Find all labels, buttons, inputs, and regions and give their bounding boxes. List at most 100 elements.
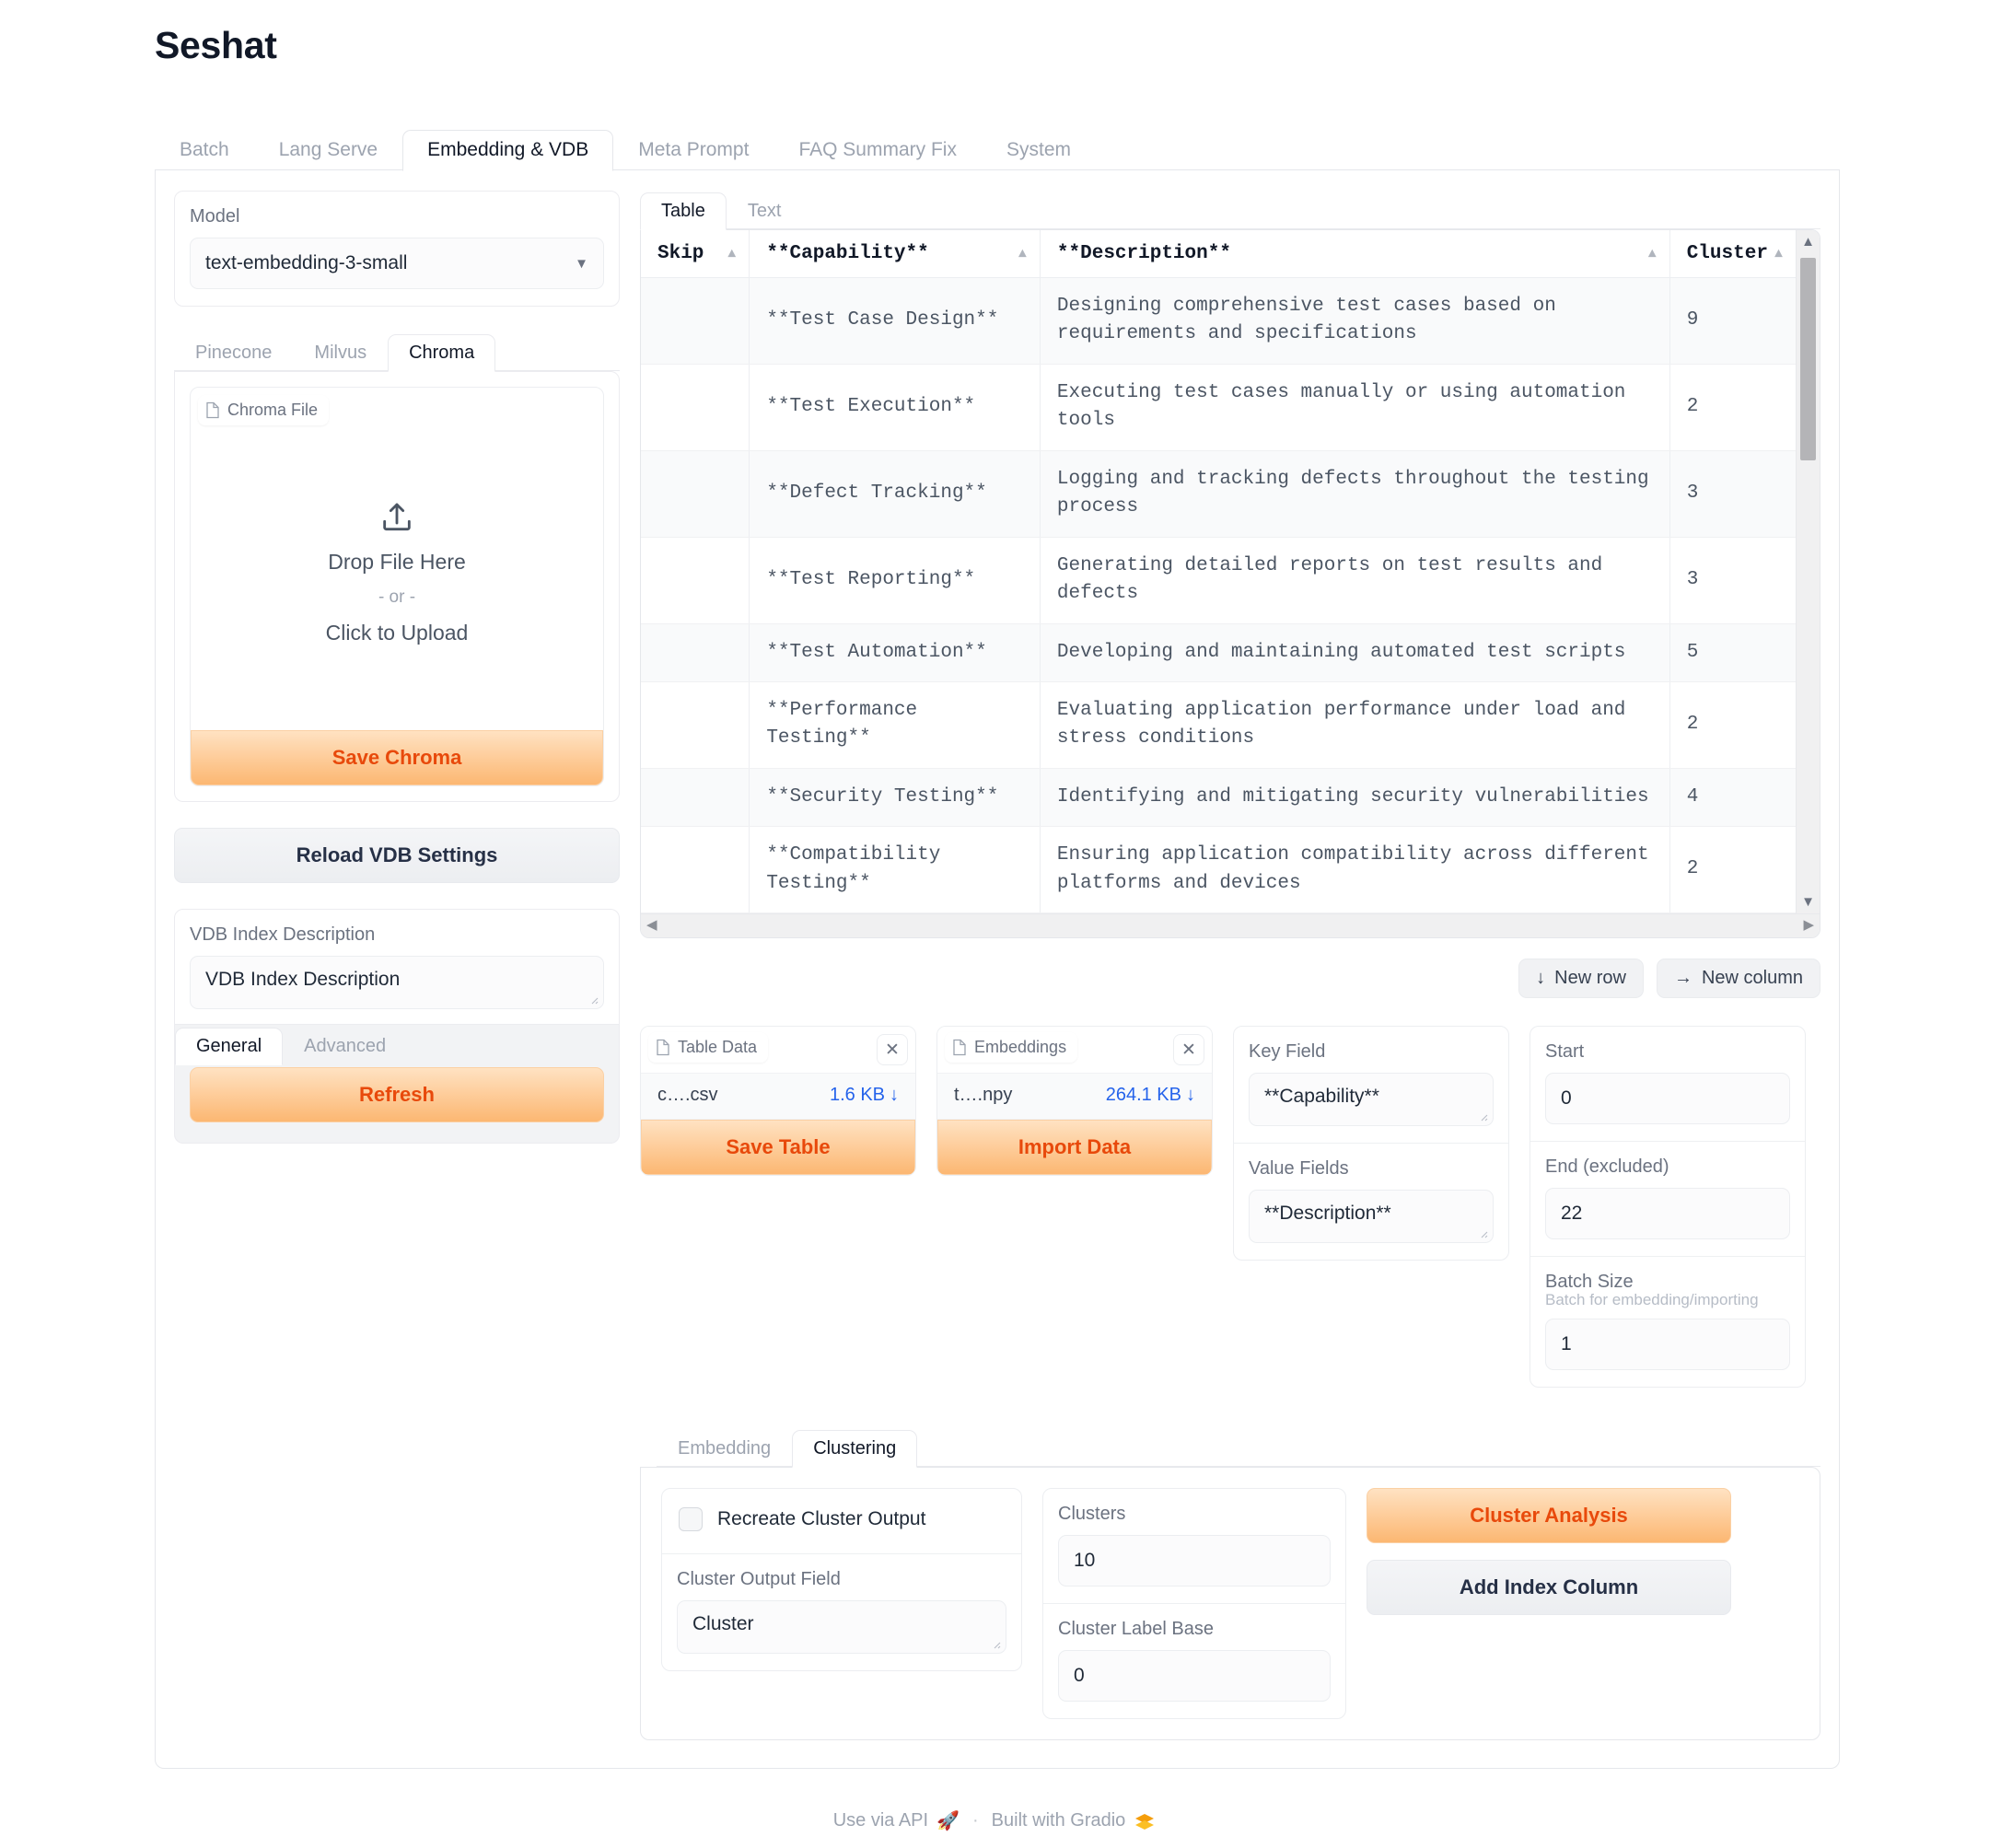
cell-skip[interactable] bbox=[641, 364, 750, 450]
cell-capability[interactable]: **Security Testing** bbox=[750, 768, 1041, 826]
close-icon[interactable]: ✕ bbox=[1173, 1034, 1204, 1065]
cell-capability[interactable]: **Defect Tracking** bbox=[750, 450, 1041, 537]
cell-cluster[interactable]: 2 bbox=[1669, 364, 1796, 450]
table-row[interactable]: **Test Case Design** Designing comprehen… bbox=[641, 278, 1796, 365]
table-row[interactable]: **Security Testing** Identifying and mit… bbox=[641, 768, 1796, 826]
column-header-skip[interactable]: Skip ▲ bbox=[641, 230, 750, 278]
vdb-index-input[interactable]: VDB Index Description bbox=[190, 956, 604, 1009]
cell-capability[interactable]: **Test Case Design** bbox=[750, 278, 1041, 365]
table-row[interactable]: **Test Execution** Executing test cases … bbox=[641, 364, 1796, 450]
chroma-dropzone[interactable]: Drop File Here - or - Click to Upload bbox=[191, 388, 603, 730]
embeddings-download[interactable]: 264.1 KB ↓ bbox=[1106, 1085, 1195, 1106]
resize-grip-icon[interactable] bbox=[587, 993, 599, 1005]
tab-faq-summary-fix[interactable]: FAQ Summary Fix bbox=[774, 130, 982, 171]
cell-skip[interactable] bbox=[641, 278, 750, 365]
column-header-description[interactable]: **Description** ▲ bbox=[1040, 230, 1669, 278]
table-row[interactable]: **Test Reporting** Generating detailed r… bbox=[641, 537, 1796, 623]
save-chroma-button[interactable]: Save Chroma bbox=[191, 730, 603, 785]
subtab-pinecone[interactable]: Pinecone bbox=[174, 334, 293, 372]
import-data-button[interactable]: Import Data bbox=[937, 1120, 1212, 1175]
cluster-output-field-input[interactable]: Cluster bbox=[677, 1600, 1006, 1654]
resize-grip-icon[interactable] bbox=[989, 1637, 1001, 1649]
table-row[interactable]: **Compatibility Testing** Ensuring appli… bbox=[641, 827, 1796, 913]
subtab-table[interactable]: Table bbox=[640, 192, 727, 230]
reload-vdb-settings-button[interactable]: Reload VDB Settings bbox=[174, 828, 620, 883]
refresh-button[interactable]: Refresh bbox=[190, 1067, 604, 1122]
resize-grip-icon[interactable] bbox=[1476, 1226, 1488, 1238]
table-row[interactable]: **Test Automation** Developing and maint… bbox=[641, 623, 1796, 681]
cell-capability[interactable]: **Compatibility Testing** bbox=[750, 827, 1041, 913]
cell-cluster[interactable]: 5 bbox=[1669, 623, 1796, 681]
subtab-text[interactable]: Text bbox=[727, 192, 803, 230]
tab-system[interactable]: System bbox=[982, 130, 1096, 171]
cell-skip[interactable] bbox=[641, 827, 750, 913]
cluster-analysis-button[interactable]: Cluster Analysis bbox=[1367, 1488, 1731, 1543]
table-row[interactable]: **Defect Tracking** Logging and tracking… bbox=[641, 450, 1796, 537]
cell-description[interactable]: Identifying and mitigating security vuln… bbox=[1040, 768, 1669, 826]
cell-cluster[interactable]: 3 bbox=[1669, 537, 1796, 623]
batch-size-input[interactable]: 1 bbox=[1545, 1319, 1790, 1370]
table-row[interactable]: **Performance Testing** Evaluating appli… bbox=[641, 681, 1796, 768]
download-icon[interactable]: ↓ bbox=[890, 1085, 899, 1106]
cell-capability[interactable]: **Test Reporting** bbox=[750, 537, 1041, 623]
cell-skip[interactable] bbox=[641, 537, 750, 623]
cell-capability[interactable]: **Performance Testing** bbox=[750, 681, 1041, 768]
table-horizontal-scrollbar[interactable]: ◀ ▶ bbox=[641, 913, 1820, 937]
scroll-up-icon[interactable]: ▲ bbox=[1797, 234, 1820, 250]
tab-batch[interactable]: Batch bbox=[155, 130, 254, 171]
key-field-input[interactable]: **Capability** bbox=[1249, 1073, 1494, 1126]
subtab-clustering[interactable]: Clustering bbox=[792, 1430, 917, 1468]
sort-asc-icon[interactable]: ▲ bbox=[727, 246, 736, 262]
add-index-column-button[interactable]: Add Index Column bbox=[1367, 1560, 1731, 1615]
start-input[interactable]: 0 bbox=[1545, 1073, 1790, 1124]
save-table-button[interactable]: Save Table bbox=[641, 1120, 915, 1175]
cell-cluster[interactable]: 3 bbox=[1669, 450, 1796, 537]
cell-skip[interactable] bbox=[641, 623, 750, 681]
model-select[interactable]: text-embedding-3-small ▼ bbox=[190, 238, 604, 289]
cell-capability[interactable]: **Test Automation** bbox=[750, 623, 1041, 681]
scroll-right-icon[interactable]: ▶ bbox=[1803, 916, 1814, 933]
cell-cluster[interactable]: 2 bbox=[1669, 827, 1796, 913]
tab-lang-serve[interactable]: Lang Serve bbox=[254, 130, 402, 171]
cluster-label-base-input[interactable]: 0 bbox=[1058, 1650, 1331, 1702]
table-data-download[interactable]: 1.6 KB ↓ bbox=[830, 1085, 899, 1106]
subtab-chroma[interactable]: Chroma bbox=[388, 334, 495, 372]
value-fields-input[interactable]: **Description** bbox=[1249, 1190, 1494, 1243]
cell-cluster[interactable]: 4 bbox=[1669, 768, 1796, 826]
cell-skip[interactable] bbox=[641, 450, 750, 537]
new-row-button[interactable]: ↓ New row bbox=[1518, 959, 1644, 998]
cell-description[interactable]: Developing and maintaining automated tes… bbox=[1040, 623, 1669, 681]
sort-asc-icon[interactable]: ▲ bbox=[1018, 246, 1027, 262]
subtab-advanced[interactable]: Advanced bbox=[283, 1028, 407, 1065]
cell-description[interactable]: Generating detailed reports on test resu… bbox=[1040, 537, 1669, 623]
download-icon[interactable]: ↓ bbox=[1186, 1085, 1195, 1106]
cell-cluster[interactable]: 9 bbox=[1669, 278, 1796, 365]
subtab-milvus[interactable]: Milvus bbox=[293, 334, 388, 372]
table-vertical-scrollbar[interactable]: ▲ ▼ bbox=[1796, 230, 1820, 913]
recreate-cluster-output-row[interactable]: Recreate Cluster Output bbox=[677, 1504, 1006, 1544]
tab-meta-prompt[interactable]: Meta Prompt bbox=[613, 130, 774, 171]
subtab-embedding[interactable]: Embedding bbox=[657, 1430, 792, 1468]
sort-asc-icon[interactable]: ▲ bbox=[1774, 246, 1783, 262]
click-to-upload-text[interactable]: Click to Upload bbox=[326, 621, 469, 645]
chroma-file-box[interactable]: Chroma File Drop File Here - or - Click … bbox=[190, 387, 604, 786]
cell-description[interactable]: Executing test cases manually or using a… bbox=[1040, 364, 1669, 450]
column-header-cluster[interactable]: Cluster ▲ bbox=[1669, 230, 1796, 278]
scroll-left-icon[interactable]: ◀ bbox=[646, 916, 657, 933]
cell-description[interactable]: Logging and tracking defects throughout … bbox=[1040, 450, 1669, 537]
tab-embedding-vdb[interactable]: Embedding & VDB bbox=[402, 130, 613, 171]
cell-capability[interactable]: **Test Execution** bbox=[750, 364, 1041, 450]
use-via-api-link[interactable]: Use via API 🚀 bbox=[833, 1809, 960, 1832]
recreate-cluster-output-checkbox[interactable] bbox=[679, 1507, 703, 1531]
close-icon[interactable]: ✕ bbox=[877, 1034, 908, 1065]
resize-grip-icon[interactable] bbox=[1476, 1110, 1488, 1122]
end-input[interactable]: 22 bbox=[1545, 1188, 1790, 1239]
scroll-down-icon[interactable]: ▼ bbox=[1797, 894, 1820, 910]
cell-description[interactable]: Ensuring application compatibility acros… bbox=[1040, 827, 1669, 913]
cell-skip[interactable] bbox=[641, 768, 750, 826]
column-header-capability[interactable]: **Capability** ▲ bbox=[750, 230, 1041, 278]
cell-skip[interactable] bbox=[641, 681, 750, 768]
new-column-button[interactable]: → New column bbox=[1657, 959, 1820, 998]
clusters-input[interactable]: 10 bbox=[1058, 1535, 1331, 1586]
sort-asc-icon[interactable]: ▲ bbox=[1648, 246, 1657, 262]
